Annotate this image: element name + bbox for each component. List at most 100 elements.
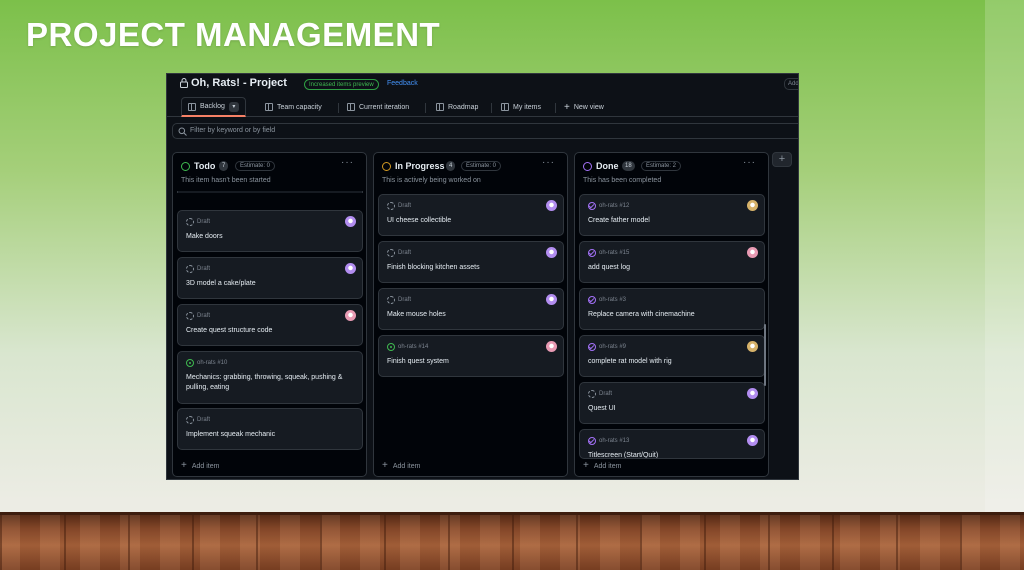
card[interactable]: oh-rats #13 Titlescreen (Start/Quit) — [579, 429, 765, 459]
tab-label: Backlog — [200, 103, 225, 110]
card-meta: Draft — [387, 249, 411, 257]
scrollbar[interactable] — [764, 324, 766, 386]
card[interactable]: Draft Make doors — [177, 210, 363, 252]
card[interactable]: Draft Finish blocking kitchen assets — [378, 241, 564, 283]
card-meta: Draft — [186, 218, 210, 226]
card-title[interactable]: Titlescreen (Start/Quit) — [588, 451, 758, 458]
column-menu-icon[interactable]: ··· — [743, 157, 756, 168]
card-meta-text: Draft — [398, 297, 412, 303]
status-circle-icon — [382, 162, 391, 171]
card-meta-text: Draft — [197, 219, 211, 225]
item-count-badge: 18 — [622, 161, 635, 171]
card-meta: oh-rats #3 — [588, 296, 626, 304]
plus-icon: + — [564, 101, 570, 113]
new-view-button[interactable]: + New view — [564, 97, 604, 117]
card-title[interactable]: add quest log — [588, 263, 758, 273]
estimate-badge: Estimate: 0 — [235, 161, 276, 171]
filter-icon — [178, 127, 187, 136]
draft-icon — [186, 312, 194, 320]
card-title[interactable]: Replace camera with cinemachine — [588, 310, 758, 320]
card-meta-text: oh-rats #15 — [599, 250, 630, 256]
preview-badge[interactable]: Increased items preview — [304, 79, 379, 90]
column-menu-icon[interactable]: ··· — [341, 157, 354, 168]
card-title[interactable]: Make mouse holes — [387, 310, 557, 320]
card-title[interactable]: Quest UI — [588, 404, 758, 414]
closed-issue-icon — [588, 437, 596, 445]
card[interactable]: Draft Create quest structure code — [177, 304, 363, 346]
card-title[interactable]: 3D model a cake/plate — [186, 279, 356, 289]
card-meta: oh-rats #9 — [588, 343, 626, 351]
card[interactable]: Draft 3D model a cake/plate — [177, 257, 363, 299]
avatar[interactable] — [747, 341, 758, 352]
card-meta-text: oh-rats #12 — [599, 203, 630, 209]
card-meta-text: oh-rats #10 — [197, 360, 228, 366]
avatar[interactable] — [546, 294, 557, 305]
card[interactable]: oh-rats #12 Create father model — [579, 194, 765, 236]
column-done: Done 18 Estimate: 2 ··· This has been co… — [574, 152, 769, 477]
card-meta: Draft — [387, 296, 411, 304]
slide-background-stripe — [985, 0, 1024, 515]
column-description: This is actively being worked on — [382, 177, 481, 184]
avatar[interactable] — [345, 263, 356, 274]
avatar[interactable] — [345, 310, 356, 321]
add-item-button[interactable]: + Add item — [181, 461, 219, 471]
card-meta: Draft — [186, 312, 210, 320]
card-meta: Draft — [588, 390, 612, 398]
card-title[interactable]: Implement squeak mechanic — [186, 430, 356, 440]
table-icon — [265, 103, 273, 111]
add-item-button[interactable]: + Add item — [583, 461, 763, 471]
add-item-button[interactable]: + Add item — [382, 461, 420, 471]
card[interactable]: oh-rats #3 Replace camera with cinemachi… — [579, 288, 765, 330]
card[interactable]: Draft UI cheese collectible — [378, 194, 564, 236]
roadmap-icon — [436, 103, 444, 111]
card[interactable]: oh-rats #14 Finish quest system — [378, 335, 564, 377]
draft-icon — [387, 296, 395, 304]
column-title: In Progress — [395, 161, 445, 171]
tab-backlog[interactable]: Backlog ▾ — [181, 97, 246, 117]
card-title[interactable]: complete rat model with rig — [588, 357, 758, 367]
card[interactable]: Draft Implement squeak mechanic — [177, 408, 363, 450]
card-meta: oh-rats #15 — [588, 249, 629, 257]
chevron-down-icon[interactable]: ▾ — [228, 101, 239, 112]
column-description: This has been completed — [583, 177, 662, 184]
tab-my-items[interactable]: My items — [501, 97, 541, 117]
tab-team-capacity[interactable]: Team capacity — [265, 97, 322, 117]
card-title[interactable]: Finish quest system — [387, 357, 557, 367]
filter-placeholder: Filter by keyword or by field — [190, 127, 276, 134]
filter-input[interactable]: Filter by keyword or by field — [172, 123, 798, 139]
card-meta-text: Draft — [197, 266, 211, 272]
tab-roadmap[interactable]: Roadmap — [436, 97, 478, 117]
add-column-button[interactable]: + — [772, 152, 792, 167]
avatar[interactable] — [546, 247, 557, 258]
card[interactable]: oh-rats #9 complete rat model with rig — [579, 335, 765, 377]
avatar[interactable] — [747, 200, 758, 211]
avatar[interactable] — [546, 341, 557, 352]
card[interactable]: Draft Quest UI — [579, 382, 765, 424]
card-title[interactable]: Finish blocking kitchen assets — [387, 263, 557, 273]
card[interactable]: oh-rats #15 add quest log — [579, 241, 765, 283]
card[interactable]: Draft Make mouse holes — [378, 288, 564, 330]
feedback-link[interactable]: Feedback — [387, 80, 418, 87]
card-partial[interactable] — [177, 191, 363, 193]
column-menu-icon[interactable]: ··· — [542, 157, 555, 168]
card-title[interactable]: Make doors — [186, 232, 356, 242]
avatar[interactable] — [747, 388, 758, 399]
avatar[interactable] — [747, 435, 758, 446]
avatar[interactable] — [747, 247, 758, 258]
card-title[interactable]: Create father model — [588, 216, 758, 226]
open-issue-icon — [186, 359, 194, 367]
header-edge-button[interactable]: Add — [784, 78, 798, 90]
card-title[interactable]: Create quest structure code — [186, 326, 356, 336]
card[interactable]: oh-rats #10 Mechanics: grabbing, throwin… — [177, 351, 363, 404]
avatar[interactable] — [546, 200, 557, 211]
draft-icon — [186, 218, 194, 226]
tab-current-iteration[interactable]: Current iteration — [347, 97, 409, 117]
card-meta: Draft — [186, 265, 210, 273]
card-meta-text: oh-rats #9 — [599, 344, 627, 350]
column-in-progress: In Progress 4 Estimate: 0 ··· This is ac… — [373, 152, 568, 477]
card-title[interactable]: Mechanics: grabbing, throwing, squeak, p… — [186, 373, 356, 393]
card-meta: Draft — [387, 202, 411, 210]
card-title[interactable]: UI cheese collectible — [387, 216, 557, 226]
column-header: In Progress 4 Estimate: 0 ··· This is ac… — [374, 153, 567, 193]
avatar[interactable] — [345, 216, 356, 227]
